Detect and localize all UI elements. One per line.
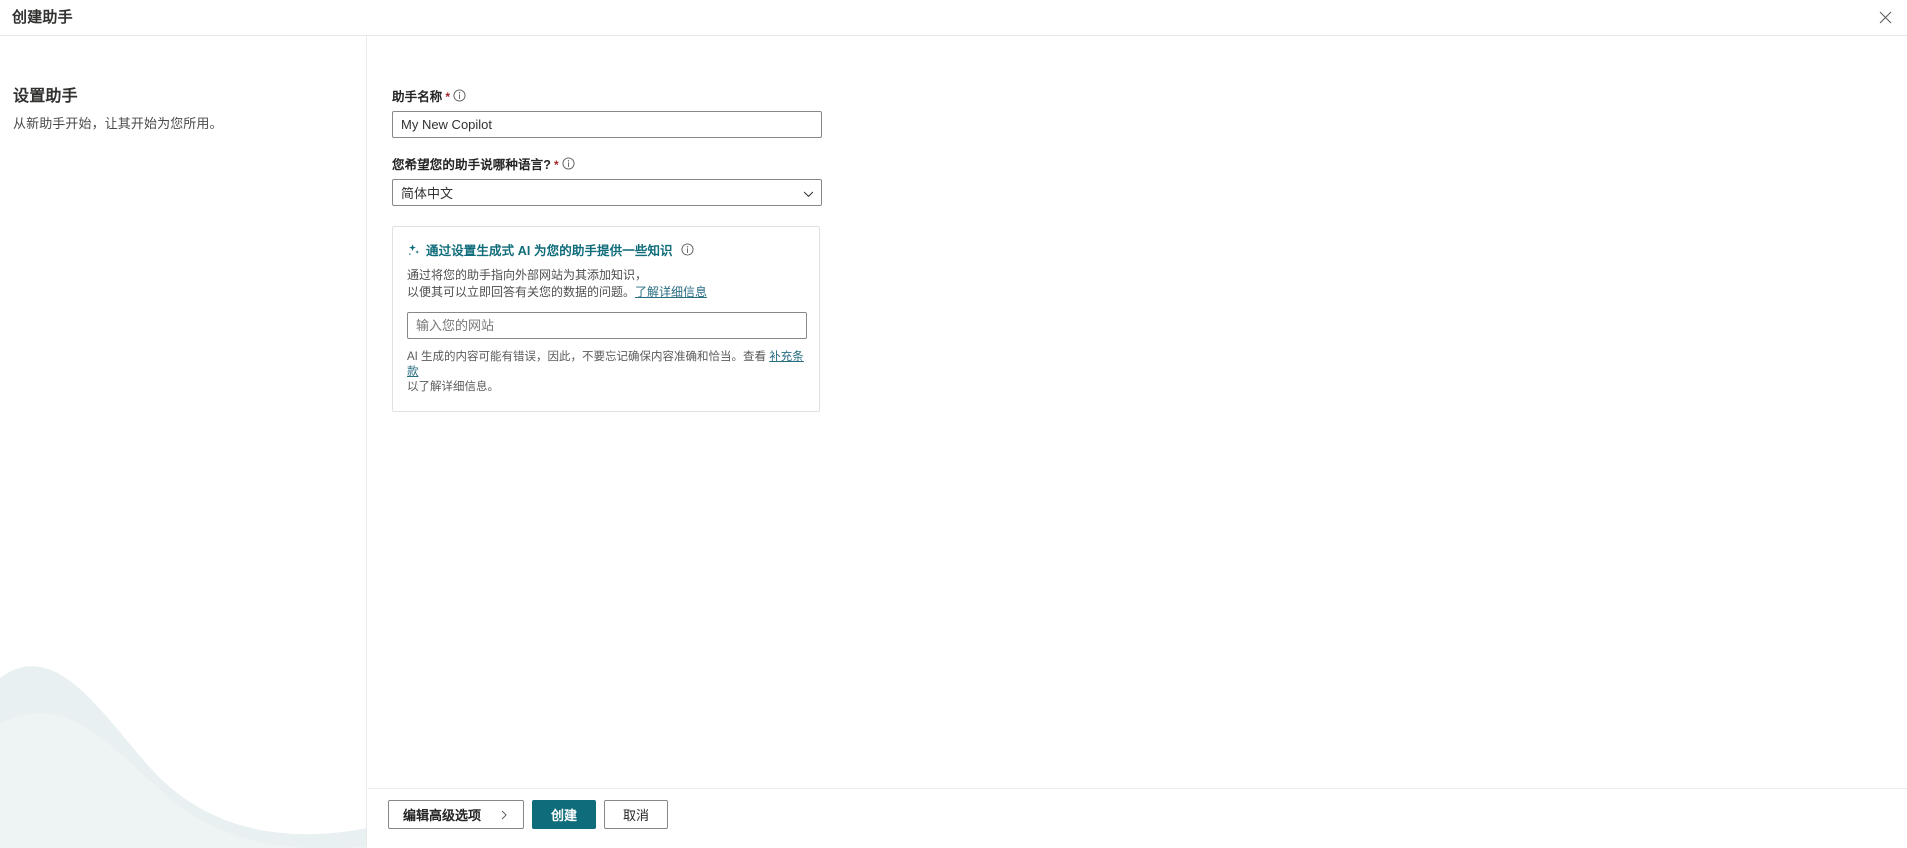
ai-desc-line-2: 以便其可以立即回答有关您的数据的问题。 <box>407 285 636 299</box>
left-panel-heading: 设置助手 <box>13 88 78 105</box>
left-info-panel: 设置助手 从新助手开始，让其开始为您所用。 <box>0 36 367 848</box>
close-icon <box>1879 11 1892 24</box>
footer-button-group: 编辑高级选项 创建 取消 <box>388 800 669 829</box>
cancel-button-label: 取消 <box>623 808 650 823</box>
language-label-text: 您希望您的助手说哪种语言? <box>392 158 551 172</box>
main-form-area: 助手名称 * 您希望您的助手说哪种语言? * <box>368 36 1907 848</box>
window-titlebar: 创建助手 <box>0 0 1907 36</box>
learn-more-link[interactable]: 了解详细信息 <box>635 285 707 299</box>
edit-advanced-options-button[interactable]: 编辑高级选项 <box>388 800 525 829</box>
dialog-footer: 编辑高级选项 创建 取消 <box>368 788 1907 848</box>
edit-advanced-options-label: 编辑高级选项 <box>403 808 482 823</box>
create-button-label: 创建 <box>551 808 578 823</box>
required-asterisk: * <box>445 89 451 104</box>
create-assistant-form: 助手名称 * 您希望您的助手说哪种语言? * <box>392 86 832 412</box>
ai-disclaimer-prefix: AI 生成的内容可能有错误，因此，不要忘记确保内容准确和恰当。查看 <box>407 351 770 363</box>
cancel-button[interactable]: 取消 <box>604 800 669 829</box>
info-icon[interactable] <box>681 243 694 256</box>
language-label: 您希望您的助手说哪种语言? * <box>392 154 832 173</box>
page-title: 创建助手 <box>12 9 73 26</box>
language-selected-value: 简体中文 <box>401 186 454 201</box>
assistant-name-input[interactable] <box>392 111 822 138</box>
website-url-input[interactable] <box>407 312 807 339</box>
left-panel-subtitle: 从新助手开始，让其开始为您所用。 <box>13 116 223 131</box>
assistant-name-field-group: 助手名称 * <box>392 86 832 138</box>
close-button[interactable] <box>1863 0 1907 35</box>
ai-card-description: 通过将您的助手指向外部网站为其添加知识， 以便其可以立即回答有关您的数据的问题。… <box>407 267 805 301</box>
language-select[interactable]: 简体中文 <box>392 179 822 206</box>
create-button[interactable]: 创建 <box>532 800 597 829</box>
language-field-group: 您希望您的助手说哪种语言? * 简体中文 <box>392 154 832 206</box>
info-icon[interactable] <box>453 89 466 102</box>
decorative-wave-graphic <box>0 666 366 848</box>
info-icon[interactable] <box>562 157 575 170</box>
ai-disclaimer-suffix: 以了解详细信息。 <box>407 381 499 393</box>
ai-card-heading-text: 通过设置生成式 AI 为您的助手提供一些知识 <box>426 244 673 258</box>
assistant-name-label: 助手名称 * <box>392 86 832 105</box>
generative-ai-knowledge-card: 通过设置生成式 AI 为您的助手提供一些知识 通过将您的助手指向外部网站为其添加… <box>392 226 820 412</box>
required-asterisk: * <box>553 157 559 172</box>
chevron-right-icon <box>499 810 509 820</box>
ai-desc-line-1: 通过将您的助手指向外部网站为其添加知识， <box>407 268 648 282</box>
language-select-wrapper: 简体中文 <box>392 179 822 206</box>
sparkle-icon <box>407 243 421 257</box>
assistant-name-label-text: 助手名称 <box>392 90 443 104</box>
ai-disclaimer-text: AI 生成的内容可能有错误，因此，不要忘记确保内容准确和恰当。查看 补充条款 以… <box>407 350 807 395</box>
ai-card-heading: 通过设置生成式 AI 为您的助手提供一些知识 <box>407 240 805 259</box>
